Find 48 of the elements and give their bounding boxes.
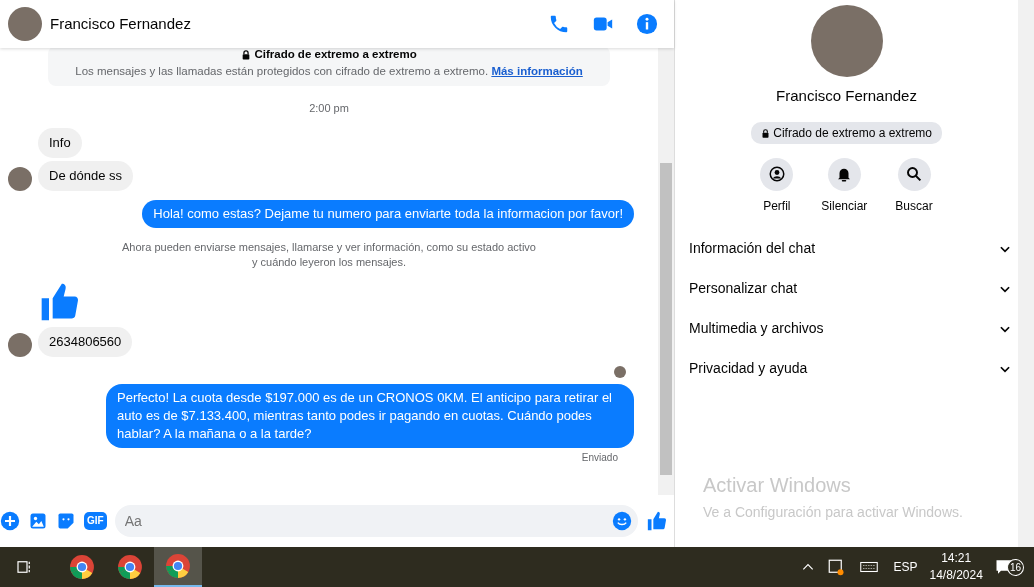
section-header[interactable]: Multimedia y archivos (689, 308, 1012, 349)
encryption-title: Cifrado de extremo a extremo (56, 48, 602, 64)
lock-icon (241, 49, 252, 60)
gif-button[interactable]: GIF (84, 512, 107, 530)
message-bubble: Info (38, 128, 82, 158)
scrollbar[interactable] (1018, 0, 1034, 547)
message-bubble: 2634806560 (38, 327, 133, 357)
section-header[interactable]: Personalizar chat (689, 268, 1012, 309)
info-icon[interactable] (636, 13, 658, 35)
browser-icon (117, 554, 143, 580)
task-view-icon (15, 558, 33, 576)
message-field[interactable]: Aa (114, 505, 638, 537)
avatar (8, 7, 42, 41)
encryption-badge: Cifrado de extremo a extremo (750, 121, 943, 144)
sticker-icon[interactable] (56, 511, 76, 531)
emoji-icon[interactable] (612, 511, 632, 531)
timestamp: 2:00 pm (308, 100, 350, 116)
avatar (614, 366, 626, 378)
language-indicator[interactable]: ESP (893, 558, 918, 576)
lock-icon (760, 128, 770, 138)
message-status: Enviado (580, 451, 618, 465)
system-message: Ahora pueden enviarse mensajes, llamarse y ver información, como su estado activo y cuándo leyeron los mensajes. (121, 240, 537, 270)
section-header[interactable]: Privacidad y ayuda (689, 348, 1012, 389)
more-info-link[interactable]: Más información (491, 65, 583, 78)
profile-icon (767, 165, 786, 183)
search-icon (905, 165, 923, 183)
browser-icon (69, 554, 95, 580)
clock-time: 14:21 (940, 550, 973, 567)
section-header[interactable]: Información del chat (689, 228, 1012, 269)
mute-button[interactable]: Silenciar (821, 157, 868, 215)
phone-icon[interactable] (548, 13, 570, 35)
taskbar-app-button[interactable] (154, 547, 202, 587)
sync-icon[interactable] (827, 558, 846, 576)
image-icon[interactable] (28, 511, 48, 531)
message-bubble: Hola! como estas? Dejame tu numero para enviarte toda la informacion por favor! (142, 200, 634, 228)
contact-name: Francisco Fernandez (50, 13, 191, 34)
message-bubble: De dónde ss (38, 161, 133, 191)
message-bubble: Perfecto! La cuota desde $197.000 es de un CRONOS 0KM. El anticipo para retirar el auto es de $7.133.400, mientras tanto podes ir pagando en cuotas. Cuándo podes hablar? A la mañana o a la tarde? (106, 384, 634, 448)
scrollbar[interactable] (658, 48, 674, 495)
notifications-button[interactable]: 16 (994, 558, 1024, 576)
clock[interactable]: 14:21 14/8/2024 (929, 550, 983, 584)
plus-icon[interactable] (0, 511, 20, 531)
contact-name: Francisco Fernandez (776, 86, 917, 106)
encryption-text: Los mensajes y las llamadas están protegidos con cifrado de extremo a extremo. Más información (74, 64, 584, 80)
thumbs-up-icon[interactable] (646, 510, 668, 532)
browser-icon (165, 553, 191, 579)
clock-date: 14/8/2024 (929, 567, 983, 584)
notification-count: 16 (1006, 559, 1024, 576)
